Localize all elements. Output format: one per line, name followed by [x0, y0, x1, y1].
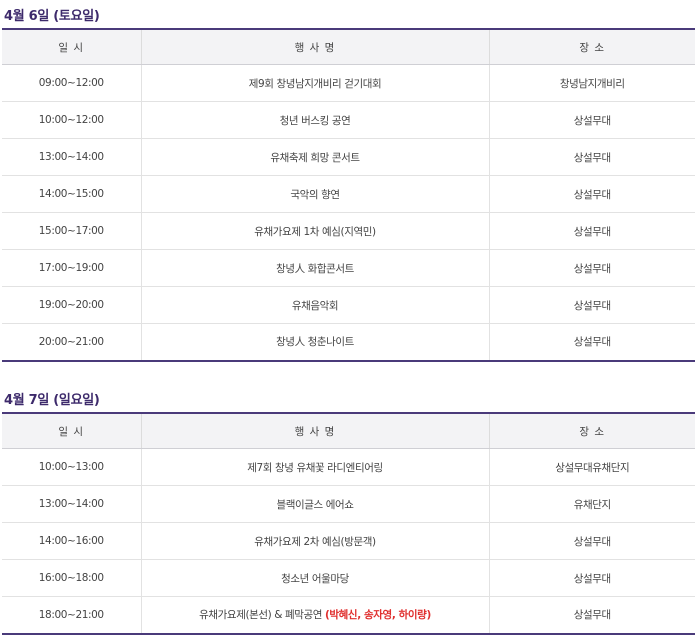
- table-row: 16:00~18:00 청소년 어울마당 상설무대: [2, 559, 695, 597]
- table-row: 10:00~13:00 제7회 창녕 유채꽃 라디엔티어링 상설무대유채단지: [2, 448, 695, 486]
- cell-time: 10:00~12:00: [2, 101, 142, 139]
- cell-event: 블랙이글스 에어쇼: [141, 485, 490, 523]
- event-name: 창녕人 청춘나이트: [276, 336, 354, 349]
- event-name: 청소년 어울마당: [281, 572, 349, 585]
- table-row: 09:00~12:00 제9회 창녕남지개비리 걷기대회 창녕남지개비리: [2, 64, 695, 102]
- cell-time: 09:00~12:00: [2, 64, 142, 102]
- cell-event: 제9회 창녕남지개비리 걷기대회: [141, 64, 490, 102]
- header-place: 장 소: [489, 413, 695, 449]
- table-header-row: 일 시 행 사 명 장 소: [2, 29, 695, 65]
- schedule-table-day1: 일 시 행 사 명 장 소 09:00~12:00 제9회 창녕남지개비리 걷기대…: [2, 28, 695, 362]
- table-row: 13:00~14:00 유채축제 희망 콘서트 상설무대: [2, 138, 695, 176]
- cell-place: 상설무대: [489, 249, 695, 287]
- cell-time: 17:00~19:00: [2, 249, 142, 287]
- cell-place: 유채단지: [489, 485, 695, 523]
- table-row: 15:00~17:00 유채가요제 1차 예심(지역민) 상설무대: [2, 212, 695, 250]
- cell-place: 상설무대: [489, 212, 695, 250]
- cell-time: 18:00~21:00: [2, 596, 142, 634]
- cell-time: 15:00~17:00: [2, 212, 142, 250]
- event-name: 국악의 향연: [290, 188, 340, 201]
- table-row: 14:00~15:00 국악의 향연 상설무대: [2, 175, 695, 213]
- event-name: 유채가요제(본선) & 폐막공연: [199, 609, 326, 622]
- table-row: 17:00~19:00 창녕人 화합콘서트 상설무대: [2, 249, 695, 287]
- cell-place: 상설무대유채단지: [489, 448, 695, 486]
- cell-event: 유채가요제 2차 예심(방문객): [141, 522, 490, 560]
- table-row: 10:00~12:00 청년 버스킹 공연 상설무대: [2, 101, 695, 139]
- table-row: 13:00~14:00 블랙이글스 에어쇼 유채단지: [2, 485, 695, 523]
- event-name: 제9회 창녕남지개비리 걷기대회: [248, 77, 382, 90]
- cell-place: 상설무대: [489, 559, 695, 597]
- event-name: 블랙이글스 에어쇼: [276, 498, 354, 511]
- cell-event: 유채축제 희망 콘서트: [141, 138, 490, 176]
- cell-time: 16:00~18:00: [2, 559, 142, 597]
- cell-place: 상설무대: [489, 175, 695, 213]
- cell-place: 창녕남지개비리: [489, 64, 695, 102]
- cell-event: 창녕人 화합콘서트: [141, 249, 490, 287]
- cell-event: 유채가요제(본선) & 폐막공연 (박혜신, 송자영, 하이량): [141, 596, 490, 634]
- cell-event: 국악의 향연: [141, 175, 490, 213]
- cell-time: 13:00~14:00: [2, 138, 142, 176]
- cell-event: 창녕人 청춘나이트: [141, 323, 490, 361]
- section-title-day2: 4월 7일 (일요일): [4, 393, 100, 408]
- cell-place: 상설무대: [489, 522, 695, 560]
- cell-time: 14:00~15:00: [2, 175, 142, 213]
- cell-place: 상설무대: [489, 286, 695, 324]
- cell-event: 제7회 창녕 유채꽃 라디엔티어링: [141, 448, 490, 486]
- event-performers: (박혜신, 송자영, 하이량): [325, 609, 431, 622]
- cell-place: 상설무대: [489, 138, 695, 176]
- cell-place: 상설무대: [489, 101, 695, 139]
- cell-time: 20:00~21:00: [2, 323, 142, 361]
- header-time: 일 시: [2, 413, 142, 449]
- schedule-table-day2: 일 시 행 사 명 장 소 10:00~13:00 제7회 창녕 유채꽃 라디엔티…: [2, 412, 695, 635]
- cell-event: 청년 버스킹 공연: [141, 101, 490, 139]
- event-name: 창녕人 화합콘서트: [276, 262, 354, 275]
- table-row: 14:00~16:00 유채가요제 2차 예심(방문객) 상설무대: [2, 522, 695, 560]
- cell-event: 청소년 어울마당: [141, 559, 490, 597]
- event-name: 유채가요제 2차 예심(방문객): [254, 535, 376, 548]
- cell-place: 상설무대: [489, 596, 695, 634]
- event-name: 청년 버스킹 공연: [279, 114, 351, 127]
- cell-place: 상설무대: [489, 323, 695, 361]
- header-time: 일 시: [2, 29, 142, 65]
- header-place: 장 소: [489, 29, 695, 65]
- cell-time: 19:00~20:00: [2, 286, 142, 324]
- cell-time: 14:00~16:00: [2, 522, 142, 560]
- event-name: 유채축제 희망 콘서트: [270, 151, 360, 164]
- event-name: 유채가요제 1차 예심(지역민): [254, 225, 376, 238]
- header-event: 행 사 명: [141, 29, 490, 65]
- cell-time: 13:00~14:00: [2, 485, 142, 523]
- table-row: 20:00~21:00 창녕人 청춘나이트 상설무대: [2, 323, 695, 361]
- header-event: 행 사 명: [141, 413, 490, 449]
- cell-event: 유채음악회: [141, 286, 490, 324]
- event-name: 유채음악회: [291, 299, 339, 312]
- table-row: 18:00~21:00 유채가요제(본선) & 폐막공연 (박혜신, 송자영, 하…: [2, 596, 695, 634]
- section-title-day1: 4월 6일 (토요일): [4, 9, 100, 24]
- cell-event: 유채가요제 1차 예심(지역민): [141, 212, 490, 250]
- cell-time: 10:00~13:00: [2, 448, 142, 486]
- event-name: 제7회 창녕 유채꽃 라디엔티어링: [247, 461, 383, 474]
- table-header-row: 일 시 행 사 명 장 소: [2, 413, 695, 449]
- table-row: 19:00~20:00 유채음악회 상설무대: [2, 286, 695, 324]
